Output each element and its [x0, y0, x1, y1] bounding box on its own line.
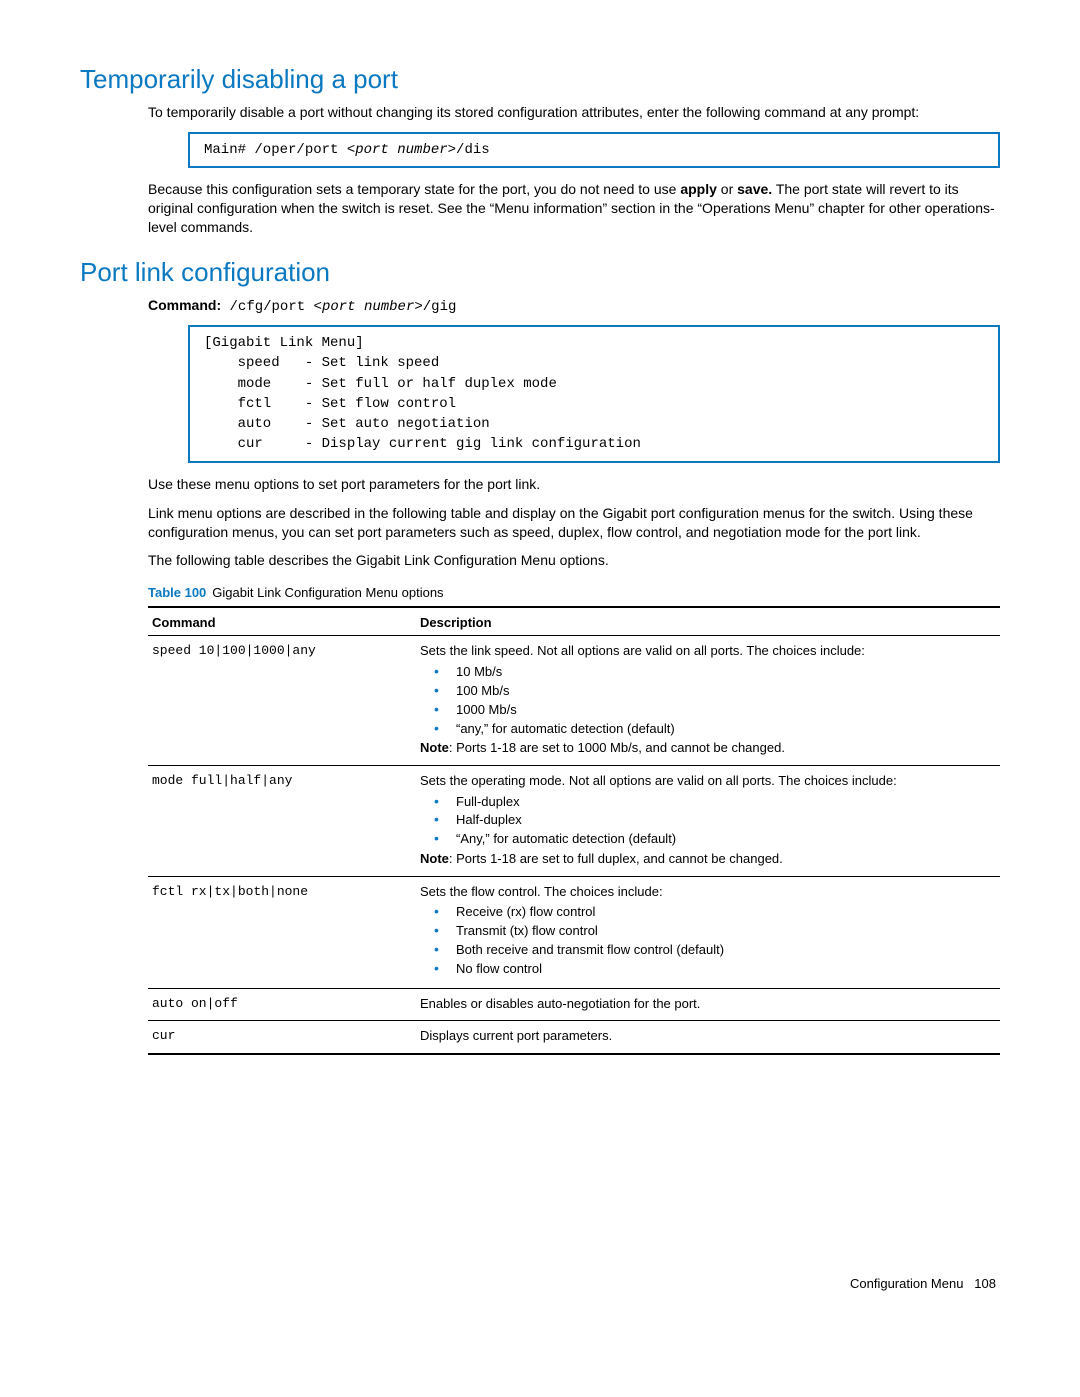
desc-lead: Sets the operating mode. Not all options…	[420, 772, 996, 790]
desc-bullet-list: Full-duplexHalf-duplex“Any,” for automat…	[434, 792, 996, 849]
note-text: : Ports 1-18 are set to 1000 Mb/s, and c…	[449, 740, 785, 755]
command-var-port-number: <port number>	[314, 299, 423, 315]
list-item: No flow control	[434, 959, 996, 978]
table-caption-text: Gigabit Link Configuration Menu options	[212, 585, 443, 600]
table-cell-command: speed 10|100|1000|any	[148, 636, 416, 766]
para-apply-save: Because this configuration sets a tempor…	[148, 180, 1000, 237]
table-row: auto on|offEnables or disables auto-nego…	[148, 988, 1000, 1021]
table-cell-command: auto on|off	[148, 988, 416, 1021]
table-row: mode full|half|anySets the operating mod…	[148, 766, 1000, 877]
list-item: Both receive and transmit flow control (…	[434, 940, 996, 959]
list-item: Transmit (tx) flow control	[434, 921, 996, 940]
desc-bullet-list: 10 Mb/s100 Mb/s1000 Mb/s“any,” for autom…	[434, 662, 996, 738]
list-item: Receive (rx) flow control	[434, 902, 996, 921]
footer-page-number: 108	[974, 1276, 996, 1291]
code-box-disable-port: Main# /oper/port <port number>/dis	[188, 132, 1000, 168]
table-row: curDisplays current port parameters.	[148, 1021, 1000, 1054]
para-use-menu: Use these menu options to set port param…	[148, 475, 1000, 494]
list-item: 100 Mb/s	[434, 681, 996, 700]
page-footer: Configuration Menu 108	[80, 1275, 1000, 1293]
para-link-menu: Link menu options are described in the f…	[148, 504, 1000, 542]
list-item: 1000 Mb/s	[434, 700, 996, 719]
desc-lead: Sets the flow control. The choices inclu…	[420, 883, 996, 901]
col-header-command: Command	[148, 607, 416, 636]
note-label: Note	[420, 740, 449, 755]
table-caption: Table 100 Gigabit Link Configuration Menu…	[148, 584, 1000, 602]
desc-lead: Displays current port parameters.	[420, 1027, 996, 1045]
col-header-description: Description	[416, 607, 1000, 636]
note-label: Note	[420, 851, 449, 866]
heading-temporarily-disabling-port: Temporarily disabling a port	[80, 62, 1000, 97]
para-intro: To temporarily disable a port without ch…	[148, 103, 1000, 122]
table-label: Table 100	[148, 585, 206, 600]
list-item: Half-duplex	[434, 810, 996, 829]
desc-lead: Enables or disables auto-negotiation for…	[420, 995, 996, 1013]
table-cell-command: fctl rx|tx|both|none	[148, 876, 416, 988]
table-cell-description: Displays current port parameters.	[416, 1021, 1000, 1054]
list-item: 10 Mb/s	[434, 662, 996, 681]
command-suffix: /gig	[423, 299, 457, 315]
para-table-intro: The following table describes the Gigabi…	[148, 551, 1000, 570]
table-gigabit-link-options: Command Description speed 10|100|1000|an…	[148, 606, 1000, 1055]
para-bold-apply: apply	[680, 181, 717, 197]
para-seg-a: Because this configuration sets a tempor…	[148, 181, 680, 197]
command-line: Command: /cfg/port <port number>/gig	[148, 296, 1000, 317]
list-item: “Any,” for automatic detection (default)	[434, 829, 996, 848]
table-cell-description: Sets the flow control. The choices inclu…	[416, 876, 1000, 988]
table-cell-command: mode full|half|any	[148, 766, 416, 877]
desc-bullet-list: Receive (rx) flow controlTransmit (tx) f…	[434, 902, 996, 978]
code-var-port-number: <port number>	[347, 142, 456, 158]
heading-port-link-configuration: Port link configuration	[80, 255, 1000, 290]
table-cell-description: Sets the operating mode. Not all options…	[416, 766, 1000, 877]
command-label: Command:	[148, 297, 221, 313]
table-row: fctl rx|tx|both|noneSets the flow contro…	[148, 876, 1000, 988]
note-line: Note: Ports 1-18 are set to full duplex,…	[420, 850, 996, 868]
list-item: Full-duplex	[434, 792, 996, 811]
code-suffix: /dis	[456, 142, 490, 158]
para-seg-mid: or	[717, 181, 737, 197]
table-row: speed 10|100|1000|anySets the link speed…	[148, 636, 1000, 766]
desc-lead: Sets the link speed. Not all options are…	[420, 642, 996, 660]
note-line: Note: Ports 1-18 are set to 1000 Mb/s, a…	[420, 739, 996, 757]
command-prefix: /cfg/port	[221, 299, 313, 315]
note-text: : Ports 1-18 are set to full duplex, and…	[449, 851, 783, 866]
list-item: “any,” for automatic detection (default)	[434, 719, 996, 738]
footer-section: Configuration Menu	[850, 1276, 963, 1291]
para-bold-save: save.	[737, 181, 772, 197]
code-box-gigabit-menu: [Gigabit Link Menu] speed - Set link spe…	[188, 325, 1000, 463]
table-cell-description: Sets the link speed. Not all options are…	[416, 636, 1000, 766]
table-cell-command: cur	[148, 1021, 416, 1054]
code-prefix: Main# /oper/port	[204, 142, 347, 158]
table-cell-description: Enables or disables auto-negotiation for…	[416, 988, 1000, 1021]
